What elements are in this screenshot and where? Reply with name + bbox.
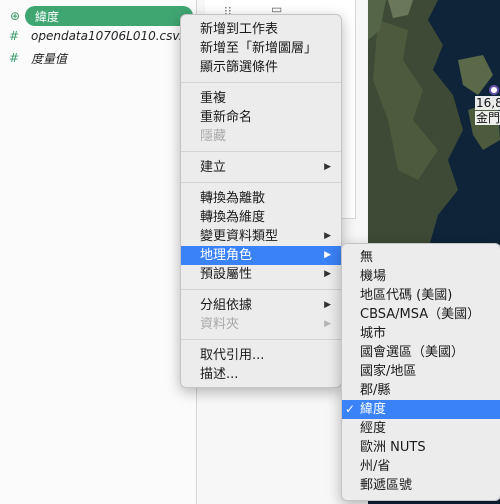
map-label-place: 金門 (475, 111, 500, 125)
field-label: 度量值 (31, 51, 68, 66)
menu-item-label: 資料夾 (200, 317, 240, 332)
hash-icon: # (8, 51, 20, 65)
submenu-arrow-icon: ▶ (324, 300, 331, 310)
menu-separator (181, 151, 341, 152)
geo-item-longitude[interactable]: 經度 (342, 419, 500, 438)
data-pane: ⊕ 緯度 # opendata10706L010.csv... # 度量值 (0, 0, 197, 504)
menu-item-label: 重新命名 (200, 110, 253, 125)
globe-icon: ⊕ (9, 9, 21, 23)
menu-item-label: 地區代碼 (美國) (360, 288, 453, 303)
menu-item-label: 國會選區（美國） (360, 345, 465, 360)
menu-item-replace-references[interactable]: 取代引用... (181, 346, 341, 365)
menu-item-label: 郵遞區號 (360, 478, 413, 493)
submenu-arrow-icon: ▶ (324, 269, 331, 279)
geo-item-congressional-district[interactable]: 國會選區（美國） (342, 343, 500, 362)
menu-item-add-to-sheet[interactable]: 新增到工作表 (181, 20, 341, 39)
geo-item-country-region[interactable]: 國家/地區 (342, 362, 500, 381)
menu-item-folder: 資料夾 ▶ (181, 315, 341, 334)
menu-item-change-data-type[interactable]: 變更資料類型 ▶ (181, 227, 341, 246)
menu-item-label: CBSA/MSA（美國） (360, 307, 481, 322)
context-menu: 新增到工作表 新增至「新增圖層」 顯示篩選條件 重複 重新命名 隱藏 建立 ▶ 轉… (180, 14, 342, 388)
menu-item-label: 建立 (200, 160, 227, 175)
menu-item-label: 歐洲 NUTS (360, 440, 426, 455)
menu-separator (181, 289, 341, 290)
menu-item-hide: 隱藏 (181, 127, 341, 146)
menu-item-label: 郡/縣 (360, 383, 391, 398)
menu-item-label: 城市 (360, 326, 387, 341)
menu-item-default-properties[interactable]: 預設屬性 ▶ (181, 265, 341, 284)
menu-item-label: 變更資料類型 (200, 229, 279, 244)
menu-item-label: 緯度 (360, 402, 387, 417)
submenu-arrow-icon: ▶ (324, 250, 331, 260)
geo-item-nuts-europe[interactable]: 歐洲 NUTS (342, 438, 500, 457)
menu-item-geographic-role[interactable]: 地理角色 ▶ (181, 246, 341, 265)
field-label: opendata10706L010.csv... (31, 29, 190, 43)
geo-item-none[interactable]: 無 (342, 248, 500, 267)
menu-separator (181, 82, 341, 83)
menu-item-label: 隱藏 (200, 129, 227, 144)
menu-item-label: 顯示篩選條件 (200, 60, 279, 75)
field-label: 緯度 (35, 9, 60, 24)
geo-item-latitude[interactable]: ✓ 緯度 (342, 400, 500, 419)
menu-item-label: 轉換為維度 (200, 210, 266, 225)
menu-item-label: 無 (360, 250, 374, 265)
hash-icon: # (8, 29, 20, 43)
menu-item-describe[interactable]: 描述... (181, 365, 341, 384)
submenu-arrow-icon: ▶ (324, 231, 331, 241)
field-measure-values[interactable]: # 度量值 (0, 48, 190, 68)
menu-separator (181, 339, 341, 340)
geographic-role-submenu: 無 機場 地區代碼 (美國) CBSA/MSA（美國） 城市 國會選區（美國） … (341, 243, 500, 501)
menu-item-create[interactable]: 建立 ▶ (181, 158, 341, 177)
menu-item-rename[interactable]: 重新命名 (181, 108, 341, 127)
menu-item-show-filter[interactable]: 顯示篩選條件 (181, 58, 341, 77)
menu-item-label: 分組依據 (200, 298, 253, 313)
menu-item-label: 描述... (200, 367, 239, 382)
menu-item-label: 預設屬性 (200, 267, 253, 282)
geo-item-area-code[interactable]: 地區代碼 (美國) (342, 286, 500, 305)
menu-item-convert-dimension[interactable]: 轉換為維度 (181, 208, 341, 227)
menu-item-group-by[interactable]: 分組依據 ▶ (181, 296, 341, 315)
menu-item-convert-discrete[interactable]: 轉換為離散 (181, 189, 341, 208)
submenu-arrow-icon: ▶ (324, 162, 331, 172)
menu-item-label: 機場 (360, 269, 387, 284)
menu-item-label: 新增到工作表 (200, 22, 279, 37)
menu-item-label: 國家/地區 (360, 364, 417, 379)
geo-item-zip-code[interactable]: 郵遞區號 (342, 476, 500, 495)
menu-item-duplicate[interactable]: 重複 (181, 89, 341, 108)
geo-item-county[interactable]: 郡/縣 (342, 381, 500, 400)
geo-item-state-province[interactable]: 州/省 (342, 457, 500, 476)
menu-item-label: 地理角色 (200, 248, 253, 263)
menu-item-label: 重複 (200, 91, 227, 106)
checkmark-icon: ✓ (345, 402, 356, 416)
field-latitude[interactable]: ⊕ 緯度 (2, 6, 193, 26)
field-opendata-count[interactable]: # opendata10706L010.csv... (0, 26, 190, 46)
menu-item-label: 轉換為離散 (200, 191, 266, 206)
menu-item-label: 經度 (360, 421, 387, 436)
menu-item-label: 取代引用... (200, 348, 265, 363)
geo-item-cbsa-msa[interactable]: CBSA/MSA（美國） (342, 305, 500, 324)
menu-separator (181, 182, 341, 183)
geo-item-airport[interactable]: 機場 (342, 267, 500, 286)
geo-item-city[interactable]: 城市 (342, 324, 500, 343)
menu-item-label: 新增至「新增圖層」 (200, 41, 318, 56)
menu-item-label: 州/省 (360, 459, 391, 474)
submenu-arrow-icon: ▶ (324, 319, 331, 329)
map-label-value: 16,8 (475, 96, 500, 110)
menu-item-add-to-new-layer[interactable]: 新增至「新增圖層」 (181, 39, 341, 58)
